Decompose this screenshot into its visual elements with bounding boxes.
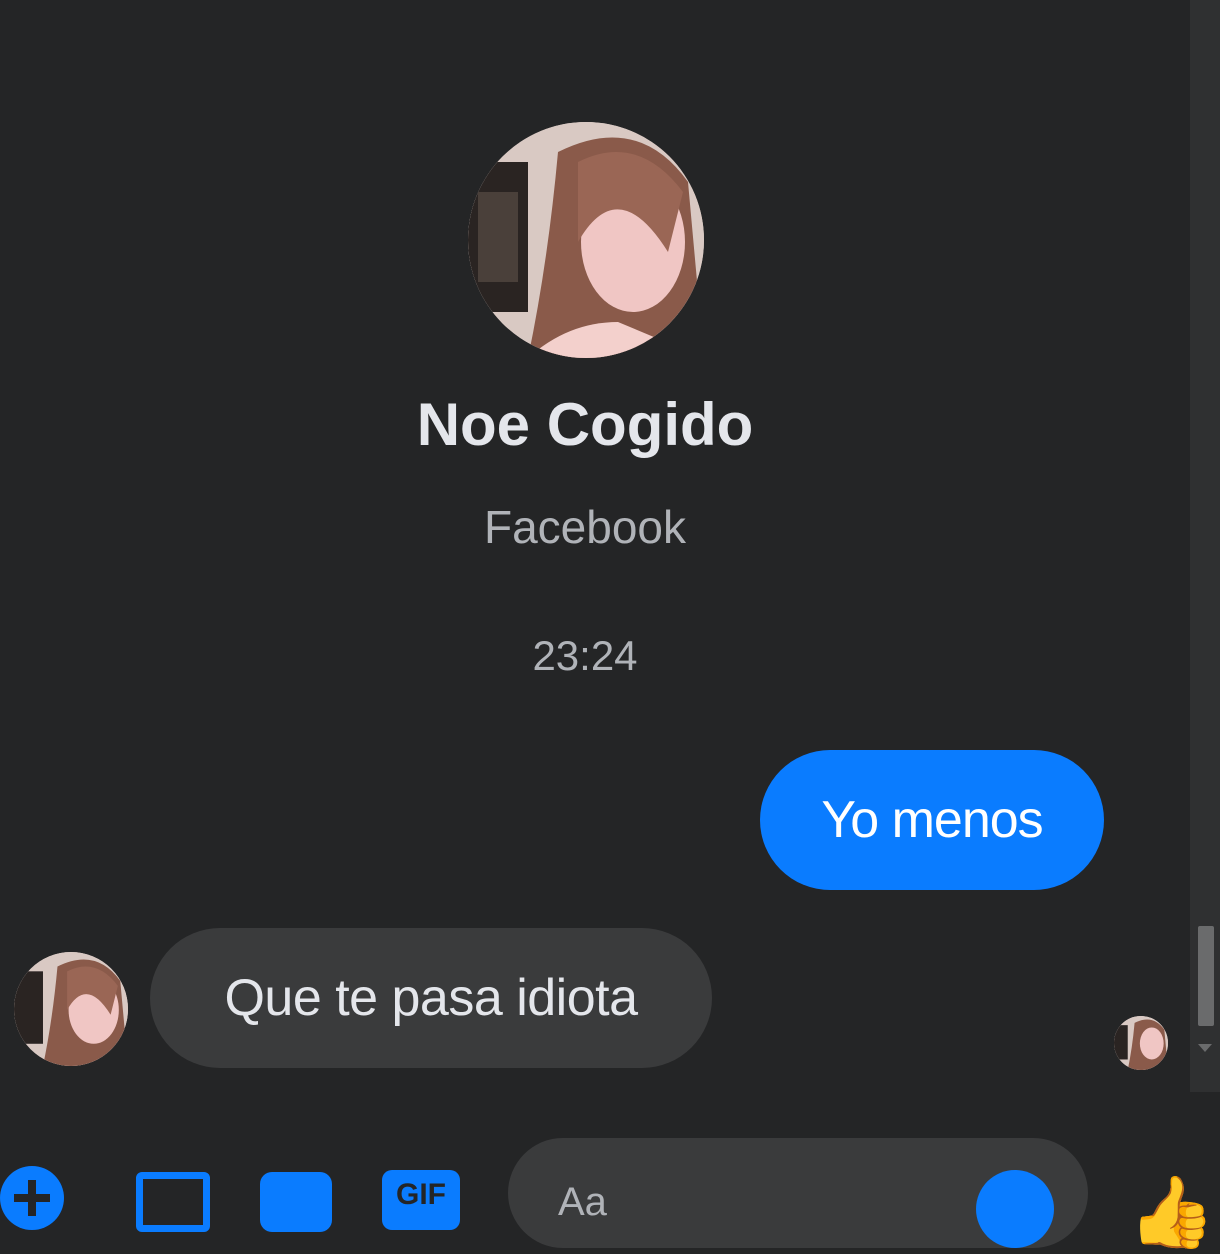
scrollbar-thumb[interactable]	[1198, 926, 1214, 1026]
composer-bar: GIF Aa 👍	[0, 1092, 1220, 1251]
seen-photo	[1114, 1016, 1168, 1070]
profile-photo	[468, 122, 704, 358]
sticker-icon[interactable]	[260, 1172, 332, 1232]
image-icon[interactable]	[136, 1172, 210, 1232]
message-timestamp: 23:24	[532, 632, 638, 679]
scroll-down-arrow-icon[interactable]	[1198, 1044, 1212, 1052]
scrollbar[interactable]	[1190, 0, 1220, 1092]
sender-photo	[14, 952, 128, 1066]
emoji-icon[interactable]	[976, 1170, 1054, 1248]
gif-icon[interactable]: GIF	[382, 1170, 460, 1230]
contact-platform: Facebook	[483, 501, 686, 553]
incoming-message[interactable]: Que te pasa idiota	[150, 928, 712, 1068]
sender-avatar[interactable]	[14, 952, 128, 1066]
contact-name: Noe Cogido	[416, 391, 754, 458]
seen-receipt-avatar	[1114, 1016, 1168, 1070]
chat-window: Noe Cogido Facebook 23:24 Yo menos Que t…	[0, 0, 1190, 1212]
profile-avatar[interactable]	[468, 122, 704, 358]
like-icon[interactable]: 👍	[1128, 1172, 1215, 1251]
outgoing-message[interactable]: Yo menos	[760, 750, 1104, 890]
plus-icon[interactable]	[0, 1166, 64, 1230]
message-input-placeholder: Aa	[558, 1180, 607, 1224]
